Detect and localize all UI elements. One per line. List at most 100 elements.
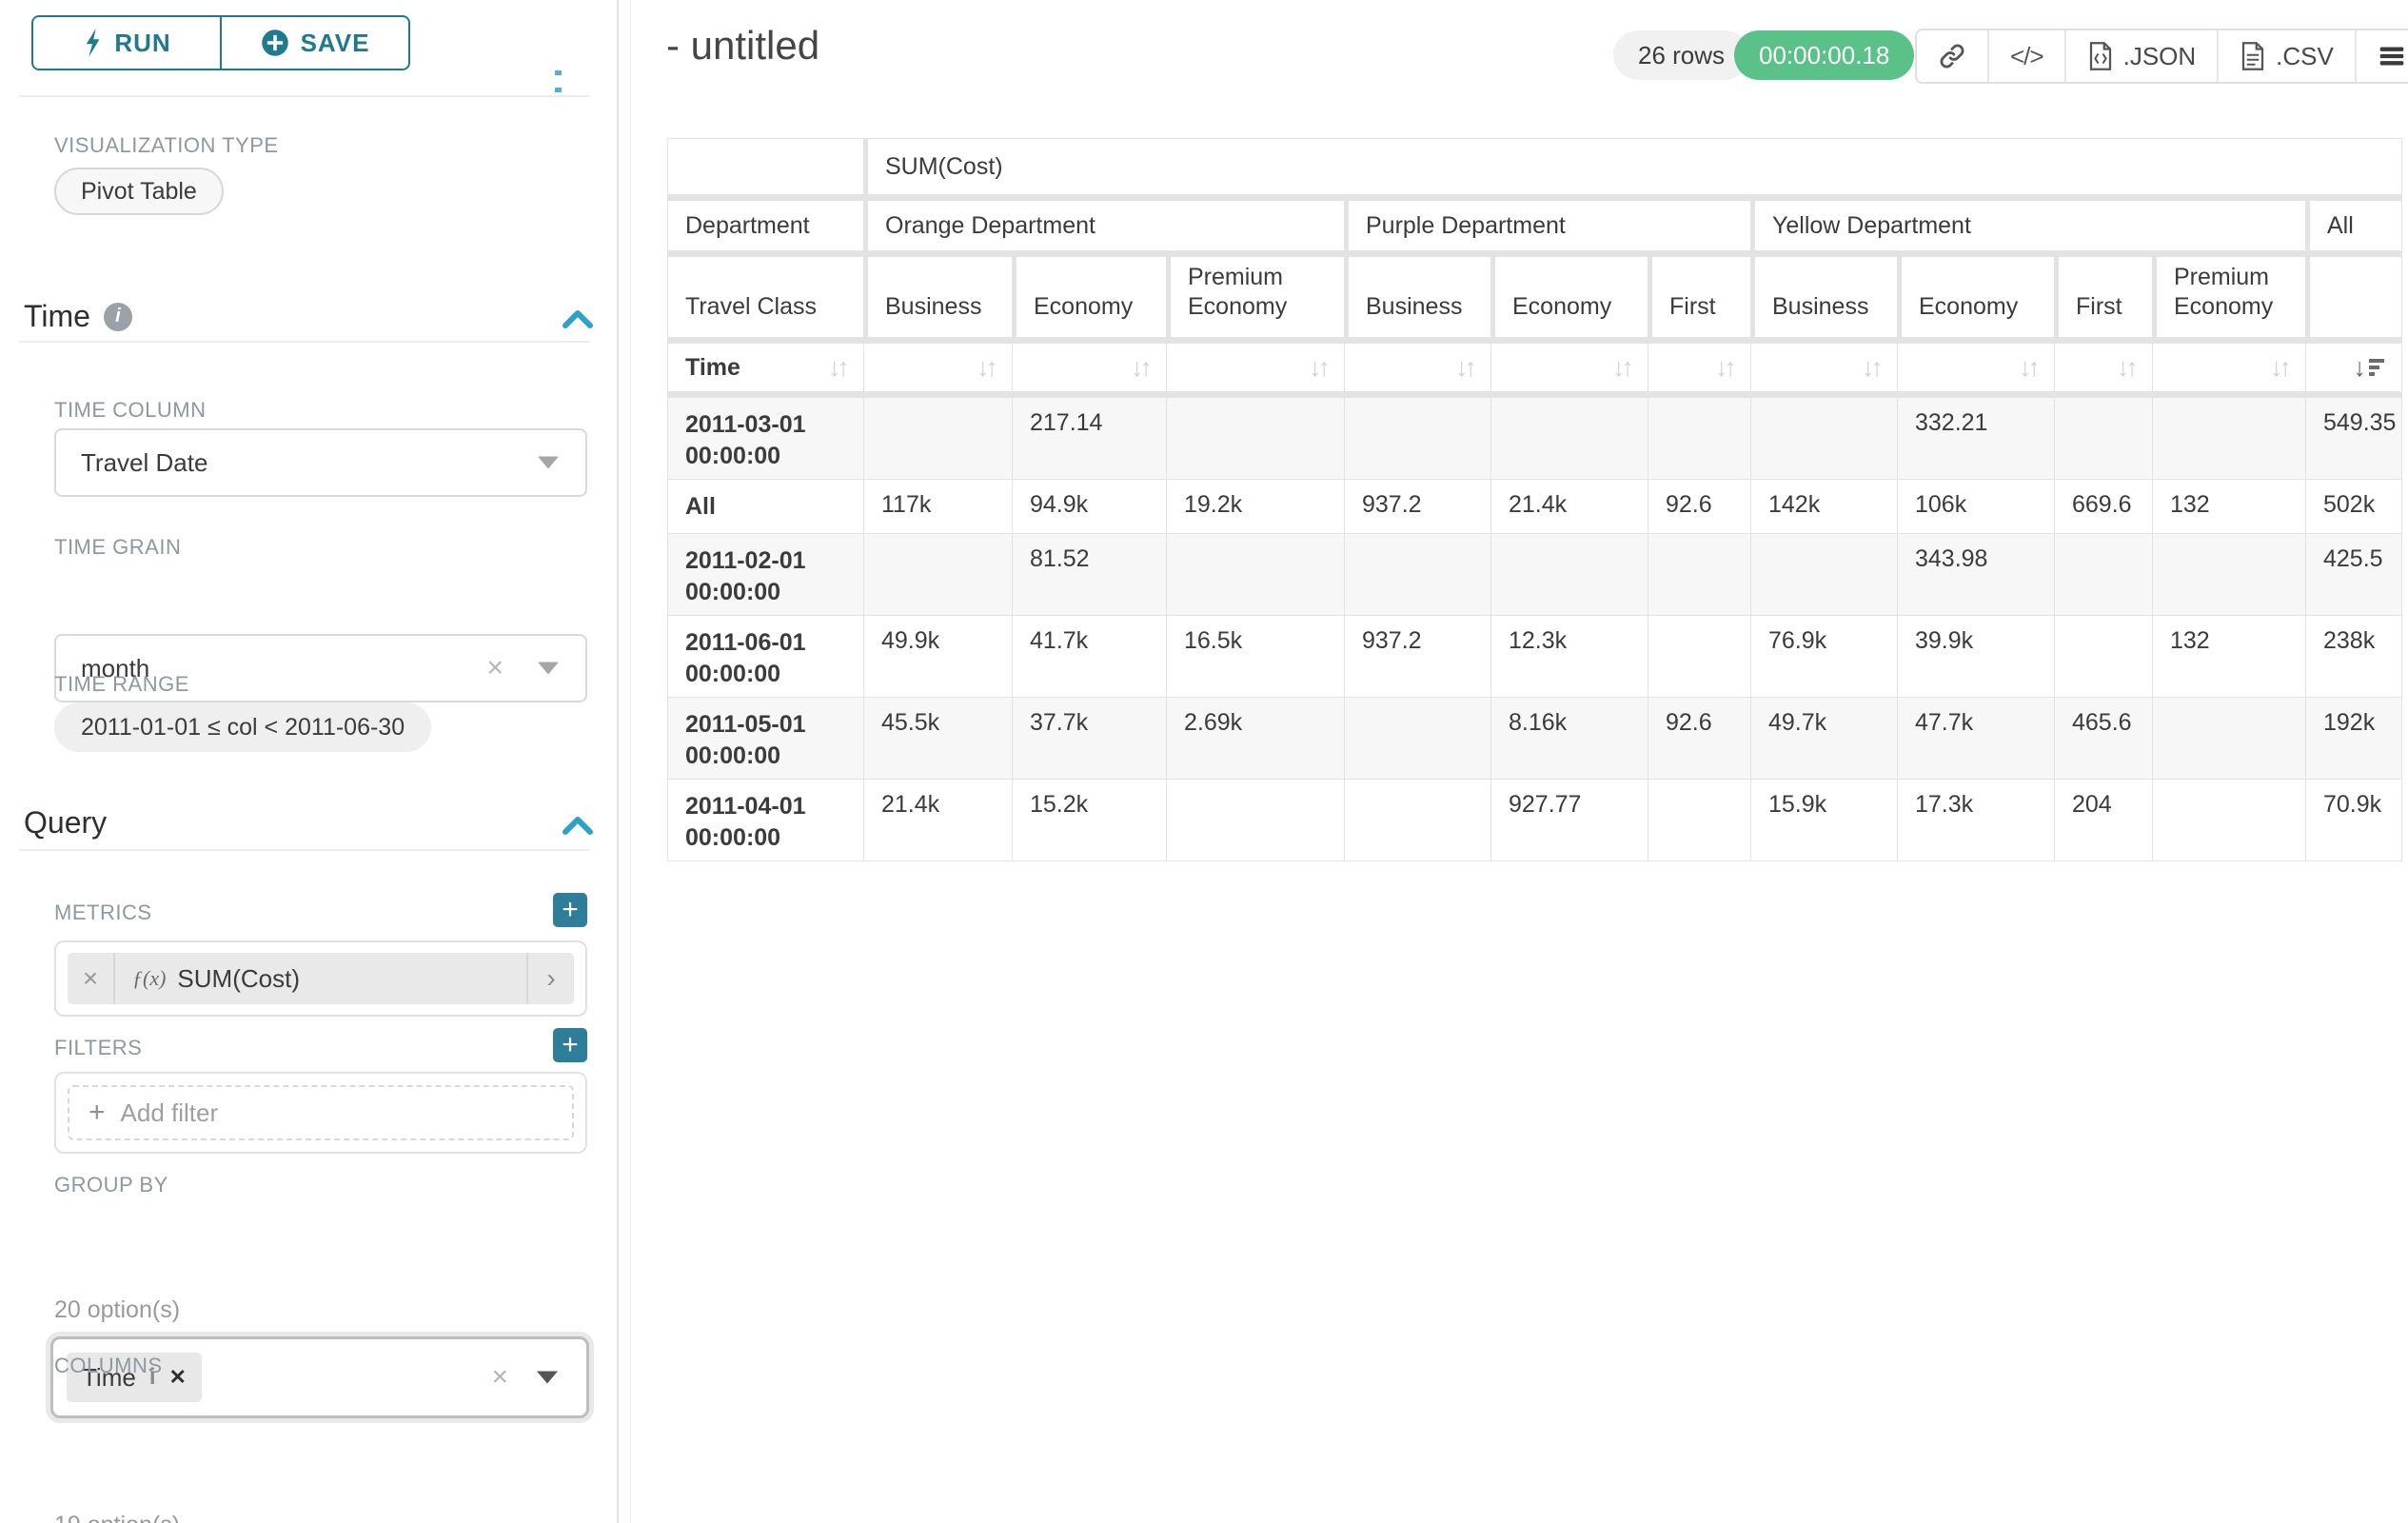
panel-divider[interactable] [617,0,619,1523]
chart-title[interactable]: - untitled [666,23,819,69]
sort-header-cell-10: ↓↑ [2153,344,2305,391]
pivot-cell-r2c2: 94.9k [1013,480,1166,533]
pivot-cell-r5c11: 192k [2306,698,2401,779]
metric-name: SUM(Cost) [177,964,300,994]
pivot-cell-r3c6 [1648,534,1750,615]
pivot-cell-r1c5 [1491,398,1648,479]
add-filter-button[interactable]: + [553,1028,587,1062]
pivot-cell-r3c9 [2055,534,2152,615]
filters-control: + Add filter [54,1072,587,1154]
time-column-select[interactable]: Travel Date [54,428,587,497]
pivot-cell-r6c2: 15.2k [1013,780,1166,860]
query-timer-badge: 00:00:00.18 [1734,30,1914,80]
visualization-type-label: VISUALIZATION TYPE [54,133,279,158]
pivot-cell-r4c1: 49.9k [864,616,1012,697]
view-query-button[interactable]: </> [1987,30,2064,82]
metric-pill[interactable]: × ƒ(x) SUM(Cost) › [68,953,574,1004]
file-code-icon [2087,42,2114,70]
department-group-header-2: Purple Department [1345,201,1750,250]
pivot-row-label: 2011-06-01 00:00:00 [668,616,863,697]
export-csv-button[interactable]: .CSV [2217,30,2355,82]
chart-type-collapse-icon[interactable] [555,63,587,69]
chevron-down-icon [537,1372,558,1384]
pivot-cell-r1c7 [1751,398,1897,479]
pivot-cell-r1c2: 217.14 [1013,398,1166,479]
visualization-type-value: Pivot Table [81,178,197,206]
save-button-label: SAVE [301,29,370,58]
sort-icon[interactable]: ↓↑ [977,353,995,383]
pivot-cell-r5c7: 49.7k [1751,698,1897,779]
query-section-collapse-icon[interactable] [562,815,594,836]
pivot-cell-r3c1 [864,534,1012,615]
sort-icon[interactable]: ↓↑ [2270,353,2288,383]
sort-header-cell-3: ↓↑ [1167,344,1344,391]
pivot-cell-r5c2: 37.7k [1013,698,1166,779]
department-group-header-1: Orange Department [864,201,1344,250]
travel-class-header-9: First [2055,257,2152,337]
export-json-button[interactable]: .JSON [2064,30,2218,82]
run-button[interactable]: RUN [33,17,220,69]
export-json-label: .JSON [2123,42,2197,71]
department-dim-label: Department [668,201,863,250]
copy-link-button[interactable] [1917,30,1987,82]
query-section-header: Query [24,805,107,841]
pivot-cell-r4c6 [1648,616,1750,697]
remove-metric-icon[interactable]: × [68,953,115,1004]
chevron-down-icon [538,457,559,469]
sort-icon[interactable]: ↓↑ [2019,353,2037,383]
remove-chip-icon[interactable]: ✕ [168,1365,186,1390]
group-by-options-hint: 20 option(s) [54,1296,180,1324]
pivot-cell-r6c7: 15.9k [1751,780,1897,860]
header-row-separator [668,392,2401,397]
visualization-type-pill[interactable]: Pivot Table [54,168,224,215]
add-filter-dropzone[interactable]: + Add filter [68,1085,574,1140]
pivot-cell-r3c3 [1167,534,1344,615]
sort-icon[interactable]: ↓↑ [1612,353,1630,383]
sort-header-cell-7: ↓↑ [1751,344,1897,391]
pivot-cell-r4c7: 76.9k [1751,616,1897,697]
sort-icon[interactable]: ↓↑ [2117,353,2135,383]
pivot-cell-r5c6: 92.6 [1648,698,1750,779]
pivot-cell-r5c10 [2153,698,2305,779]
time-range-pill[interactable]: 2011-01-01 ≤ col < 2011-06-30 [54,702,431,752]
pivot-table: SUM(Cost)DepartmentOrange DepartmentPurp… [667,138,2402,861]
plus-circle-icon [261,29,289,57]
travel-class-header-8: Economy [1898,257,2054,337]
pivot-cell-r2c11: 502k [2306,480,2401,533]
time-range-label: TIME RANGE [54,672,189,697]
save-button[interactable]: SAVE [220,17,408,69]
pivot-cell-r1c1 [864,398,1012,479]
sort-icon[interactable]: ↓↑ [1455,353,1473,383]
time-section-collapse-icon[interactable] [562,308,594,329]
time-section-header: Time i [24,299,132,334]
pivot-cell-r1c9 [2055,398,2152,479]
pivot-cell-r2c6: 92.6 [1648,480,1750,533]
pivot-cell-r6c11: 70.9k [2306,780,2401,860]
pivot-cell-r2c3: 19.2k [1167,480,1344,533]
sort-icon[interactable]: ↓↑ [828,353,846,383]
pivot-cell-r3c10 [2153,534,2305,615]
add-filter-placeholder: Add filter [121,1098,219,1128]
pivot-cell-r6c4 [1345,780,1490,860]
chevron-right-icon[interactable]: › [526,953,574,1004]
header-row-separator [668,195,2401,200]
travel-class-header-7: Business [1751,257,1897,337]
columns-label: COLUMNS [54,1354,163,1378]
more-options-button[interactable] [2355,30,2408,82]
sort-descending-icon[interactable]: ↓ [2354,353,2385,383]
department-group-header-4: All [2306,201,2401,250]
clear-icon[interactable]: × [486,652,503,684]
sort-icon[interactable]: ↓↑ [1715,353,1733,383]
metric-header-cell: SUM(Cost) [864,139,2401,194]
pivot-cell-r4c2: 41.7k [1013,616,1166,697]
pivot-cell-r2c7: 142k [1751,480,1897,533]
sort-header-cell-4: ↓↑ [1345,344,1490,391]
add-metric-button[interactable]: + [553,893,587,927]
metrics-control: × ƒ(x) SUM(Cost) › [54,940,587,1017]
group-by-label: GROUP BY [54,1173,168,1197]
sort-icon[interactable]: ↓↑ [1309,353,1327,383]
sort-icon[interactable]: ↓↑ [1862,353,1880,383]
clear-icon[interactable]: × [491,1361,508,1394]
pivot-cell-r3c8: 343.98 [1898,534,2054,615]
sort-icon[interactable]: ↓↑ [1131,353,1149,383]
